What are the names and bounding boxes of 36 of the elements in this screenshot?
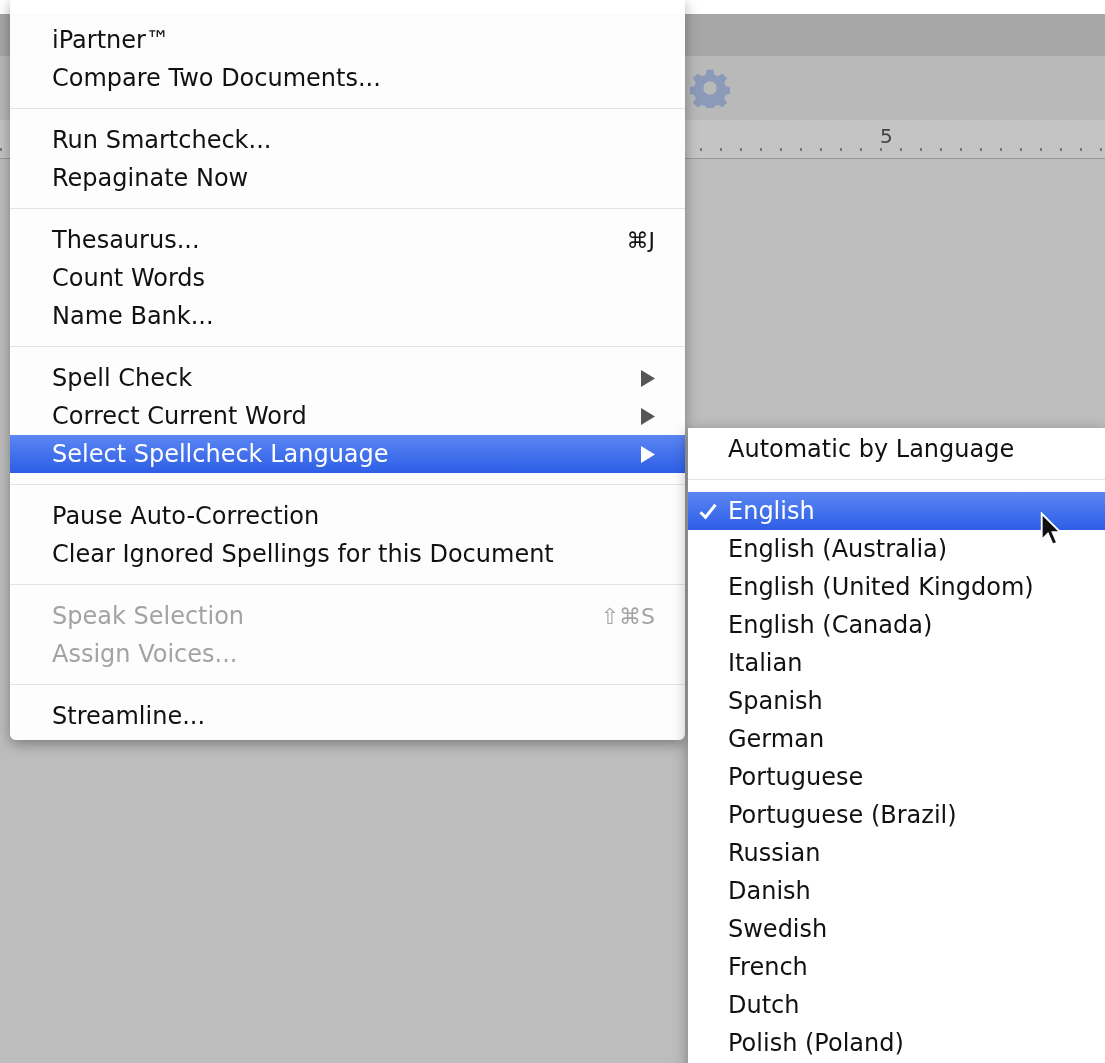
submenu-arrow-icon <box>641 407 655 425</box>
menu-item[interactable]: Clear Ignored Spellings for this Document <box>10 535 685 573</box>
language-item[interactable]: Polish (Poland) <box>688 1024 1105 1062</box>
menu-item[interactable]: Count Words <box>10 259 685 297</box>
language-item[interactable]: Russian <box>688 834 1105 872</box>
language-item[interactable]: Dutch <box>688 986 1105 1024</box>
language-item[interactable]: Danish <box>688 872 1105 910</box>
menu-item[interactable]: Repaginate Now <box>10 159 685 197</box>
language-item[interactable]: Italian <box>688 644 1105 682</box>
language-item[interactable]: French <box>688 948 1105 986</box>
mouse-pointer-icon <box>1040 512 1062 546</box>
language-item[interactable]: English (Australia) <box>688 530 1105 568</box>
language-item[interactable]: German <box>688 720 1105 758</box>
menu-item[interactable]: Spell Check <box>10 359 685 397</box>
language-item[interactable]: Automatic by Language <box>688 430 1105 468</box>
language-item[interactable]: Swedish <box>688 910 1105 948</box>
language-item[interactable]: English <box>688 492 1105 530</box>
menu-item[interactable]: Thesaurus... ⌘J <box>10 221 685 259</box>
menu-item[interactable]: Pause Auto-Correction <box>10 497 685 535</box>
menu-item[interactable]: Run Smartcheck... <box>10 121 685 159</box>
language-item[interactable]: English (Canada) <box>688 606 1105 644</box>
menu-item[interactable]: Select Spellcheck Language <box>10 435 685 473</box>
language-item[interactable]: English (United Kingdom) <box>688 568 1105 606</box>
ruler-label: 5 <box>880 124 893 148</box>
language-item[interactable]: Portuguese <box>688 758 1105 796</box>
menu-item[interactable]: iPartner™ <box>10 21 685 59</box>
submenu-arrow-icon <box>641 369 655 387</box>
language-item[interactable]: Spanish <box>688 682 1105 720</box>
menu-item[interactable]: Compare Two Documents... <box>10 59 685 97</box>
gear-icon[interactable] <box>690 68 730 108</box>
menu-item[interactable]: Streamline... <box>10 697 685 735</box>
menu-item[interactable]: Name Bank... <box>10 297 685 335</box>
language-item[interactable]: Portuguese (Brazil) <box>688 796 1105 834</box>
checkmark-icon <box>698 501 718 521</box>
menu-item[interactable]: Correct Current Word <box>10 397 685 435</box>
submenu-arrow-icon <box>641 445 655 463</box>
